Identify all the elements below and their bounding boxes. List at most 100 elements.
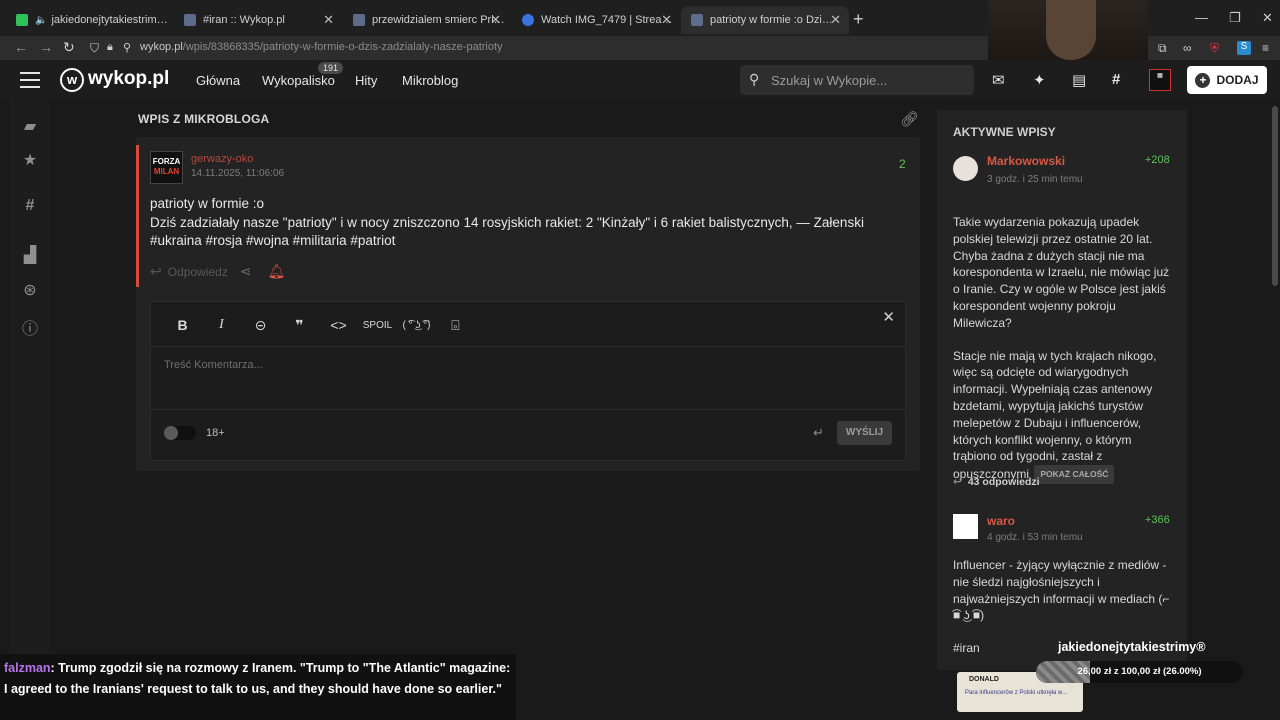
- user-avatar[interactable]: ▦: [1149, 69, 1171, 91]
- search-input[interactable]: ⚲ Szukaj w Wykopie...: [740, 65, 974, 95]
- mail-icon[interactable]: ✉: [992, 71, 1005, 89]
- entry-tags[interactable]: #ukraina #rosja #wojna #militaria #patri…: [150, 232, 910, 251]
- add-button[interactable]: + DODAJ: [1187, 66, 1267, 94]
- menu-icon[interactable]: ≡: [1262, 41, 1276, 55]
- ublock-icon[interactable]: ⛨: [1210, 41, 1224, 55]
- entry-accent-bar: [136, 145, 139, 287]
- minimize-icon[interactable]: —: [1195, 10, 1208, 25]
- forward-icon[interactable]: →: [39, 39, 53, 55]
- wykop-stack-icon[interactable]: ▰: [21, 116, 39, 136]
- tab-title: patrioty w formie :o Dziś zadział: [710, 14, 838, 26]
- browser-tab[interactable]: 🔈 jakiedonejtytakiestrimyxD S: [6, 6, 172, 34]
- author-name[interactable]: gerwazy-oko: [191, 153, 253, 165]
- back-icon[interactable]: ←: [14, 39, 28, 55]
- author-avatar[interactable]: FORZA MILAN: [150, 151, 183, 184]
- wykop-favicon-icon: [353, 14, 365, 26]
- entry-actions: ↩ Odpowiedz ⋖ 🔔︎: [150, 263, 285, 280]
- comment-placeholder: Treść Komentarza...: [164, 359, 263, 371]
- search-placeholder: Szukaj w Wykopie...: [771, 73, 888, 88]
- extension-icon[interactable]: ⧉: [1158, 41, 1172, 55]
- lenny-button[interactable]: ( ͡° ͜ʖ ͡°): [397, 320, 436, 331]
- comment-textarea[interactable]: Treść Komentarza...: [151, 346, 905, 410]
- messages-icon[interactable]: ▤: [1072, 71, 1086, 89]
- lock-icon[interactable]: 🔒︎: [107, 41, 113, 54]
- nav-wykopalisko[interactable]: Wykopalisko: [262, 73, 335, 88]
- user-avatar[interactable]: [953, 514, 978, 539]
- browser-tab[interactable]: Watch IMG_7479 | Streamable ✕: [512, 6, 680, 34]
- camera-icon[interactable]: ⌻: [436, 317, 475, 334]
- sidebar-title: AKTYWNE WPISY: [953, 125, 1056, 139]
- reply-button[interactable]: Odpowiedz: [168, 265, 228, 279]
- wykop-logo-icon[interactable]: w: [60, 68, 84, 92]
- notifications-icon[interactable]: ✦: [1033, 71, 1046, 89]
- hashtag-icon[interactable]: #: [21, 197, 39, 215]
- close-window-icon[interactable]: ✕: [1262, 10, 1273, 26]
- post-author[interactable]: waro: [987, 514, 1015, 528]
- tab-title: przewidzialem smierc Prigozyna: [372, 14, 508, 26]
- reply-icon: ↩: [953, 476, 962, 488]
- close-tab-icon[interactable]: ✕: [490, 12, 501, 28]
- post-votes[interactable]: +208: [1145, 154, 1170, 166]
- user-avatar[interactable]: [953, 156, 978, 181]
- adult-toggle[interactable]: [164, 426, 196, 440]
- hashtag-icon[interactable]: #: [1112, 71, 1120, 88]
- site-logo[interactable]: wykop.pl: [88, 68, 169, 90]
- page-title: WPIS Z MIKROBLOGA: [138, 112, 270, 126]
- close-icon[interactable]: ✕: [882, 308, 895, 326]
- url-field[interactable]: wykop.pl/wpis/83868335/patrioty-w-formie…: [140, 41, 503, 53]
- reload-icon[interactable]: ↻: [63, 39, 75, 56]
- link-icon[interactable]: ⊝: [241, 317, 280, 334]
- shield-icon[interactable]: ⛉: [90, 41, 99, 56]
- browser-tab[interactable]: #iran :: Wykop.pl ✕: [174, 6, 342, 34]
- quote-icon[interactable]: ❞: [280, 317, 319, 334]
- replies-link[interactable]: ↩ 43 odpowiedzi: [953, 476, 1040, 488]
- post-votes[interactable]: +366: [1145, 514, 1170, 526]
- close-tab-icon[interactable]: ✕: [323, 12, 334, 28]
- code-button[interactable]: <>: [319, 317, 358, 333]
- adult-label: 18+: [206, 427, 225, 439]
- italic-button[interactable]: I: [202, 317, 241, 333]
- new-tab-icon[interactable]: +: [853, 9, 864, 30]
- share-icon[interactable]: ⋖: [240, 263, 252, 280]
- kick-favicon-icon: [16, 14, 28, 26]
- site-info-icon[interactable]: ⚲: [123, 41, 131, 54]
- post-author[interactable]: Markowowski: [987, 154, 1065, 168]
- page-scrollbar[interactable]: [1270, 100, 1280, 660]
- avatar-text: FORZA: [152, 157, 181, 166]
- streamable-favicon-icon: [522, 14, 534, 26]
- comment-editor: B I ⊝ ❞ <> SPOIL ( ͡° ͜ʖ ͡°) ⌻ ✕ Treść K…: [150, 301, 906, 461]
- stream-chat-overlay: falzman: Trump zgodził się na rozmowy z …: [0, 654, 516, 720]
- scrollbar-thumb[interactable]: [1272, 106, 1278, 286]
- browser-tab-active[interactable]: patrioty w formie :o Dziś zadział ✕: [681, 6, 849, 34]
- nav-hity[interactable]: Hity: [355, 73, 377, 88]
- thumbnail-title: DONALD: [969, 676, 999, 683]
- tab-title: Watch IMG_7479 | Streamable: [541, 14, 680, 26]
- bold-button[interactable]: B: [163, 317, 202, 333]
- tab-title: jakiedonejtytakiestrimyxD S: [51, 14, 172, 26]
- wykop-favicon-icon: [691, 14, 703, 26]
- donation-goal-label: 26,00 zł z 100,00 zł (26.00%): [1077, 666, 1202, 677]
- s-extension-icon[interactable]: S: [1237, 41, 1251, 55]
- vote-count[interactable]: 2: [899, 157, 906, 171]
- spoiler-button[interactable]: SPOIL: [358, 320, 397, 331]
- close-tab-icon[interactable]: ✕: [830, 12, 841, 28]
- nav-glowna[interactable]: Główna: [196, 73, 240, 88]
- chat-nick: falzman: [4, 661, 51, 675]
- star-icon[interactable]: ★: [21, 150, 39, 170]
- glasses-extension-icon[interactable]: ∞: [1183, 41, 1197, 55]
- post-paragraph: Stacje nie mają w tych krajach nikogo, w…: [953, 348, 1157, 482]
- link-icon[interactable]: 🔗︎: [900, 110, 919, 128]
- restore-icon[interactable]: ❐: [1229, 10, 1241, 26]
- award-icon[interactable]: ⊛: [21, 280, 39, 300]
- nav-mikroblog[interactable]: Mikroblog: [402, 73, 458, 88]
- notify-bell-icon[interactable]: 🔔︎: [268, 263, 286, 280]
- speaker-icon: 🔈: [35, 14, 48, 26]
- help-icon[interactable]: ⓘ: [21, 315, 39, 339]
- send-button[interactable]: WYŚLIJ: [837, 421, 892, 445]
- hamburger-icon[interactable]: [20, 72, 40, 88]
- ranking-icon[interactable]: ▟: [21, 245, 39, 265]
- close-tab-icon[interactable]: ✕: [661, 12, 672, 28]
- show-more-button[interactable]: POKAŻ CAŁOŚĆ: [1034, 465, 1115, 484]
- reply-icon[interactable]: ↩: [150, 263, 162, 280]
- entry-line: Dziś zadziałały nasze "patrioty" i w noc…: [150, 214, 864, 230]
